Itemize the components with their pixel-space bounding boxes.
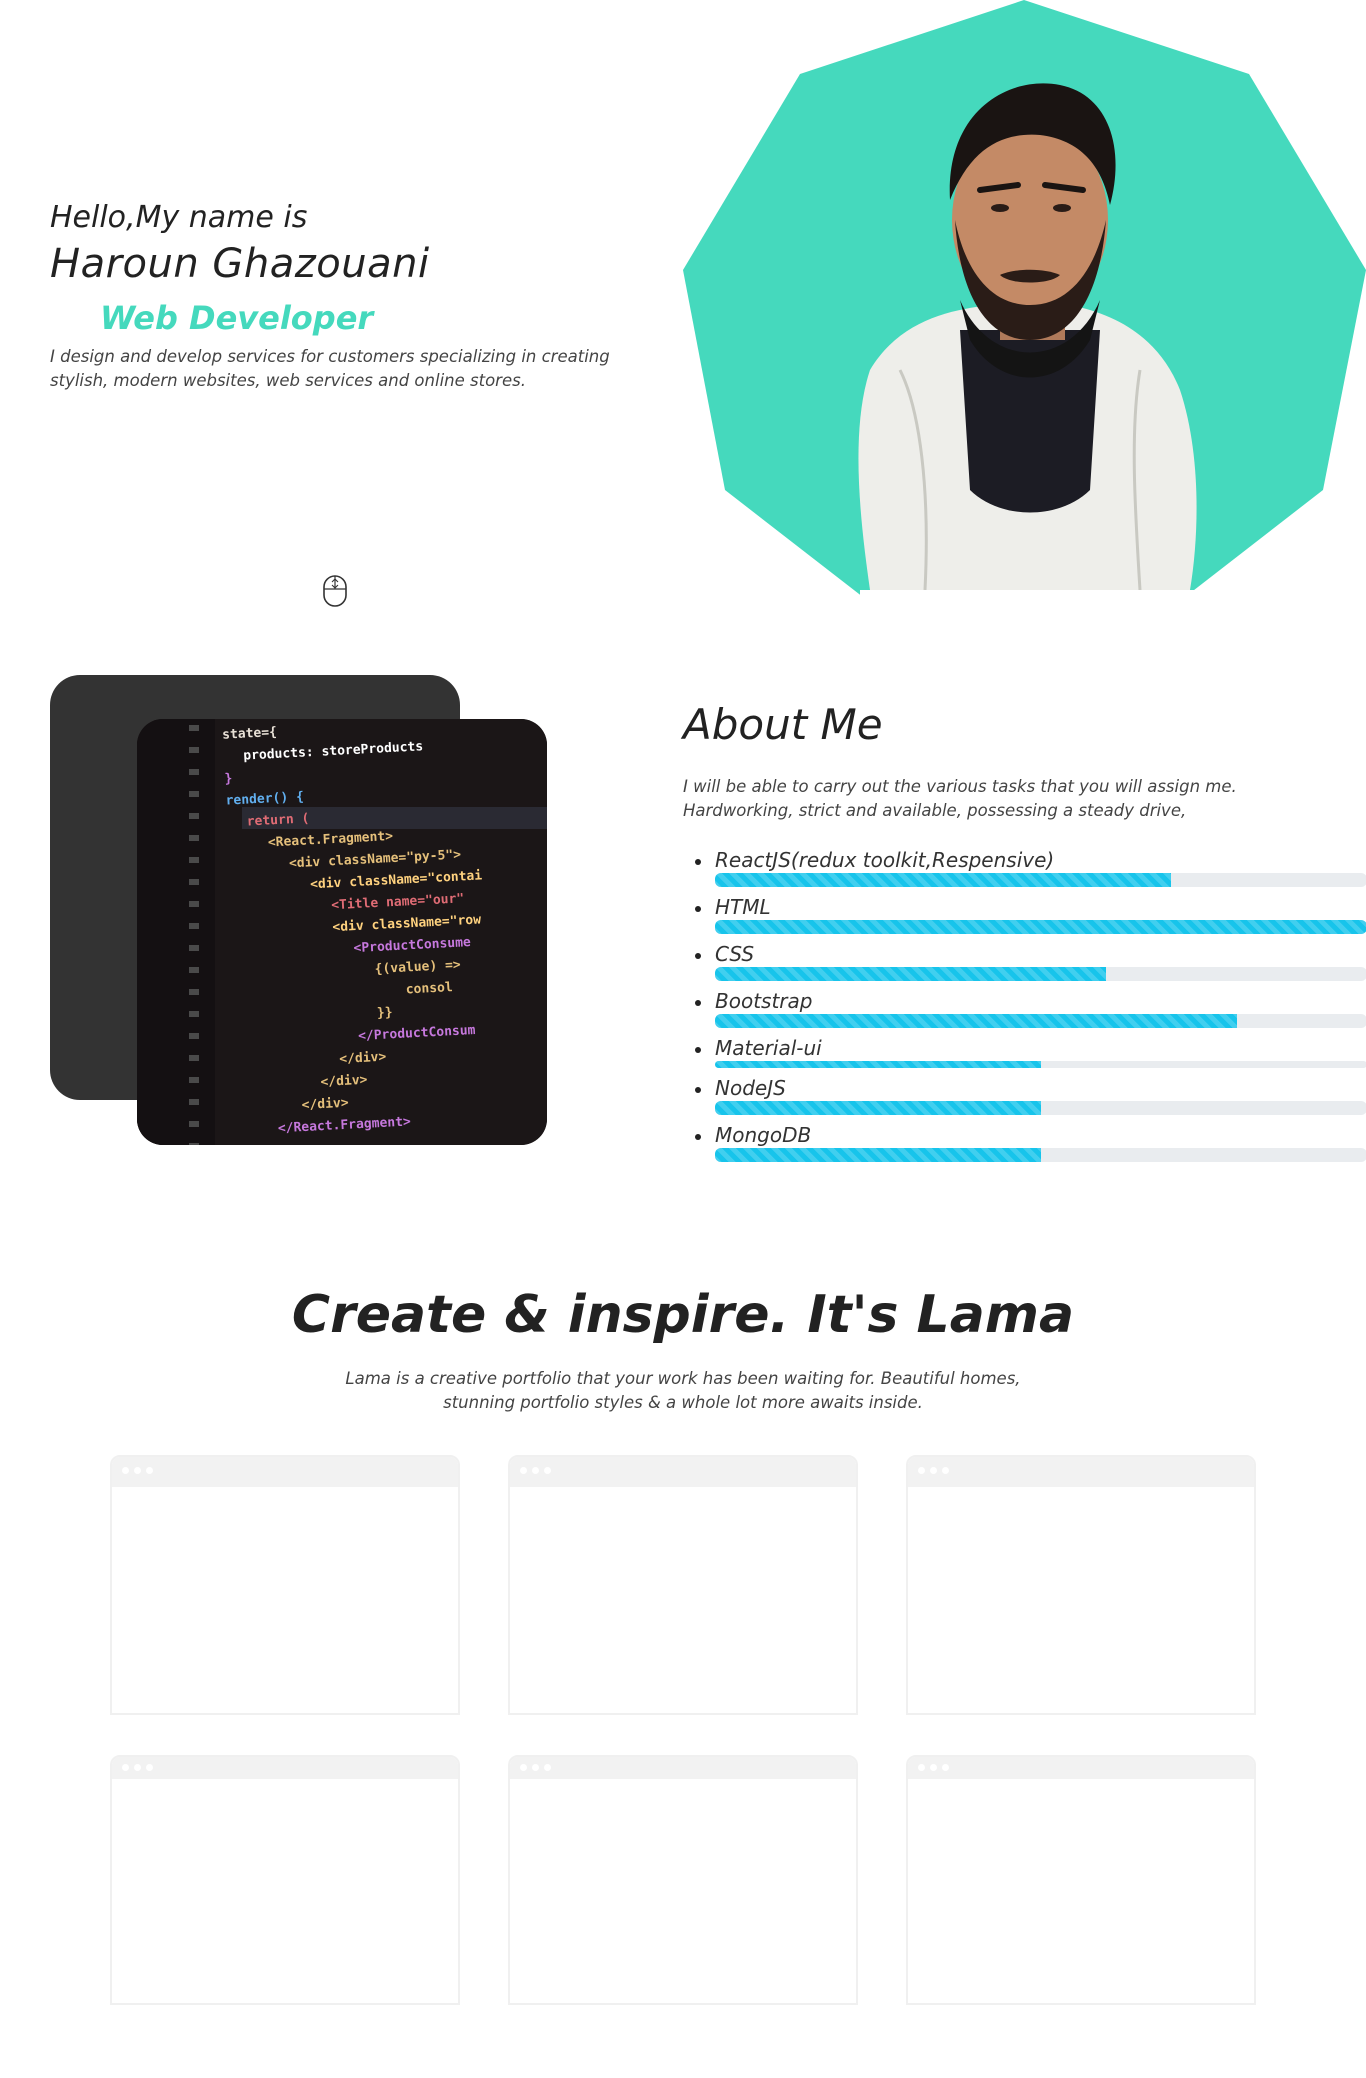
line-number: [189, 967, 199, 973]
project-card[interactable]: [508, 1455, 858, 1715]
about-images: state={products: storeProducts} render() …: [50, 675, 550, 1147]
line-number: [189, 725, 199, 731]
project-card[interactable]: [508, 1755, 858, 2005]
hero-description: I design and develop services for custom…: [50, 347, 610, 390]
skill-progress-bar: [715, 1014, 1366, 1028]
skill-item: Material-ui: [683, 1035, 1366, 1075]
about-description: I will be able to carry out the various …: [683, 777, 1237, 820]
project-card[interactable]: [110, 1755, 460, 2005]
skill-item: HTML: [683, 894, 1366, 941]
skill-name: CSS: [715, 942, 755, 966]
skill-progress-bar: [715, 1061, 1366, 1068]
skill-progress-fill: [715, 967, 1107, 981]
line-number: [189, 923, 199, 929]
line-number: [189, 791, 199, 797]
line-number: [189, 857, 199, 863]
line-number: [189, 769, 199, 775]
line-number: [189, 1011, 199, 1017]
code-line: </div>: [320, 1073, 368, 1090]
skill-progress-fill: [715, 1101, 1041, 1115]
skill-name: NodeJS: [715, 1076, 786, 1100]
code-line: </div>: [339, 1050, 387, 1067]
browser-bar: [510, 1757, 856, 1779]
browser-bar: [510, 1457, 856, 1487]
code-line: state={: [222, 725, 278, 743]
skill-item: ReactJS(redux toolkit,Respensive): [683, 847, 1366, 894]
browser-bar: [908, 1757, 1254, 1779]
line-number: [189, 835, 199, 841]
line-number: [189, 1099, 199, 1105]
code-line: </div>: [301, 1096, 349, 1113]
code-screenshot-image: state={products: storeProducts}render() …: [137, 719, 547, 1145]
project-card[interactable]: [906, 1455, 1256, 1715]
about-content: About Me I will be able to carry out the…: [683, 700, 1366, 1162]
project-card[interactable]: [110, 1455, 460, 1715]
skill-progress-fill: [715, 1148, 1041, 1162]
line-number: [189, 1143, 199, 1145]
skill-name: MongoDB: [715, 1123, 812, 1147]
skill-progress-bar: [715, 920, 1366, 934]
line-number: [189, 901, 199, 907]
browser-bar: [112, 1457, 458, 1487]
product-list-title: Create & inspire. It's Lama: [291, 1285, 1075, 1345]
hero-name: Haroun Ghazouani: [50, 241, 430, 287]
code-line: consol: [405, 980, 453, 997]
portrait-photo: [858, 83, 1200, 630]
skill-name: HTML: [715, 895, 771, 919]
skill-progress-bar: [715, 1101, 1366, 1115]
line-number: [189, 1033, 199, 1039]
skill-name: Material-ui: [715, 1036, 822, 1060]
about-title: About Me: [683, 700, 883, 749]
skill-progress-bar: [715, 873, 1366, 887]
browser-bar: [908, 1457, 1254, 1487]
line-number: [189, 813, 199, 819]
hero-intro: Hello,My name is Haroun Ghazouani Web De…: [50, 200, 630, 393]
skill-item: MongoDB: [683, 1122, 1366, 1162]
line-number: [189, 1055, 199, 1061]
skill-name: ReactJS(redux toolkit,Respensive): [715, 848, 1055, 872]
skill-progress-fill: [715, 873, 1172, 887]
line-number: [189, 747, 199, 753]
hero-section: Hello,My name is Haroun Ghazouani Web De…: [0, 0, 1366, 660]
code-screenshot: state={products: storeProducts} render() …: [137, 719, 547, 1145]
skill-item: NodeJS: [683, 1075, 1366, 1122]
skill-name: Bootstrap: [715, 989, 813, 1013]
product-list-description: Lama is a creative portfolio that your w…: [345, 1369, 1021, 1412]
line-number: [189, 1121, 199, 1127]
browser-bar: [112, 1757, 458, 1779]
code-line: }}: [377, 1005, 393, 1021]
line-number: [189, 945, 199, 951]
project-card[interactable]: [906, 1755, 1256, 2005]
hero-greeting: Hello,My name is: [50, 200, 308, 235]
skill-progress-bar: [715, 967, 1366, 981]
mouse-scroll-icon[interactable]: [322, 574, 348, 608]
line-number: [189, 989, 199, 995]
skills-list: ReactJS(redux toolkit,Respensive) HTML C…: [683, 847, 1366, 1162]
skill-progress-fill: [715, 1061, 1041, 1068]
skill-item: CSS: [683, 941, 1366, 988]
skill-progress-fill: [715, 1014, 1237, 1028]
skill-progress-bar: [715, 1148, 1366, 1162]
skill-item: Bootstrap: [683, 988, 1366, 1035]
line-number: [189, 1077, 199, 1083]
line-number: [189, 879, 199, 885]
hero-role: Web Developer: [100, 299, 374, 337]
skill-progress-fill: [715, 920, 1366, 934]
code-line: }: [224, 771, 233, 786]
